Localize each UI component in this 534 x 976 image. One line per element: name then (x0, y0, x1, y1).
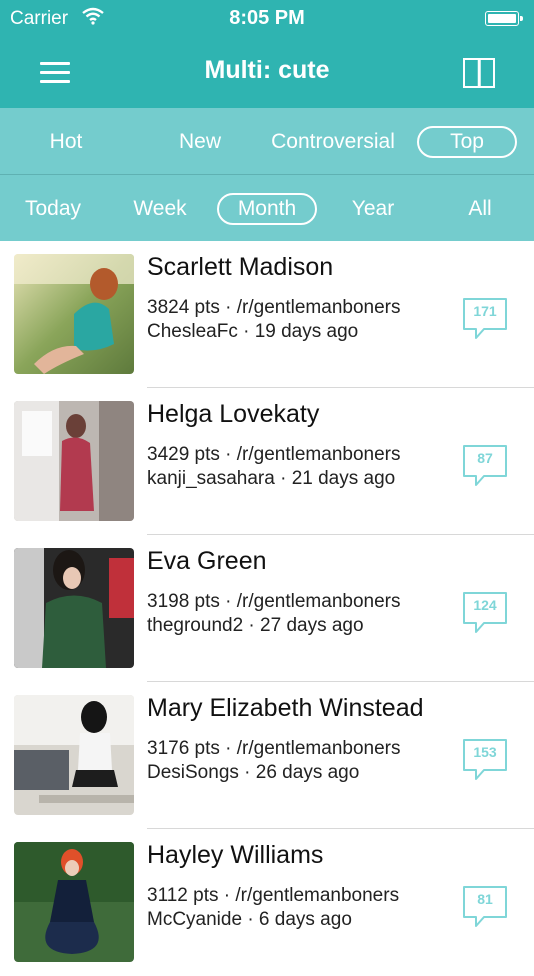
time-segment-bar: Today Week Month Year All (0, 175, 534, 241)
comment-count-button[interactable]: 87 (462, 444, 508, 488)
page-title: Multi: cute (204, 56, 330, 84)
tab-all[interactable]: All (450, 193, 510, 225)
post-title: Eva Green (147, 547, 267, 575)
list-item[interactable]: Mary Elizabeth Winstead 3176 pts · /r/ge… (0, 682, 534, 829)
comment-count-button[interactable]: 81 (462, 885, 508, 929)
tab-new[interactable]: New (152, 126, 248, 158)
sort-segment-bar: Hot New Controversial Top (0, 108, 534, 174)
comment-count: 171 (473, 303, 497, 319)
tab-today[interactable]: Today (10, 193, 96, 225)
post-points-subreddit: 3824 pts · /r/gentlemanboners (147, 297, 401, 318)
tab-week[interactable]: Week (118, 193, 202, 225)
post-title: Helga Lovekaty (147, 400, 320, 428)
post-author-age: theground2 · 27 days ago (147, 615, 364, 636)
post-title: Hayley Williams (147, 841, 324, 869)
tab-controversial[interactable]: Controversial (262, 126, 404, 158)
nav-bar: Multi: cute (0, 36, 534, 108)
tab-year[interactable]: Year (333, 193, 413, 225)
comment-count: 153 (473, 744, 497, 760)
comment-count-button[interactable]: 171 (462, 297, 508, 341)
comment-count-button[interactable]: 124 (462, 591, 508, 635)
tab-top[interactable]: Top (417, 126, 517, 158)
post-points-subreddit: 3429 pts · /r/gentlemanboners (147, 444, 401, 465)
post-thumbnail[interactable] (14, 695, 134, 815)
status-bar: Carrier 8:05 PM (0, 0, 534, 36)
battery-icon (485, 11, 523, 26)
status-time: 8:05 PM (229, 7, 305, 29)
list-item[interactable]: Eva Green 3198 pts · /r/gentlemanboners … (0, 535, 534, 682)
list-item[interactable]: Helga Lovekaty 3429 pts · /r/gentlemanbo… (0, 388, 534, 535)
post-points-subreddit: 3112 pts · /r/gentlemanboners (147, 885, 400, 906)
list-item[interactable]: Scarlett Madison 3824 pts · /r/gentleman… (0, 241, 534, 388)
post-thumbnail[interactable] (14, 548, 134, 668)
comment-count: 81 (477, 891, 493, 907)
split-view-icon[interactable] (463, 58, 495, 88)
post-thumbnail[interactable] (14, 842, 134, 962)
post-author-age: DesiSongs · 26 days ago (147, 762, 360, 783)
post-title: Scarlett Madison (147, 253, 334, 281)
comment-count-button[interactable]: 153 (462, 738, 508, 782)
comment-count: 87 (477, 450, 493, 466)
post-thumbnail[interactable] (14, 401, 134, 521)
post-author-age: kanji_sasahara · 21 days ago (147, 468, 396, 489)
comment-count: 124 (473, 597, 497, 613)
tab-hot[interactable]: Hot (18, 126, 114, 158)
post-author-age: McCyanide · 6 days ago (147, 909, 352, 930)
post-list: Scarlett Madison 3824 pts · /r/gentleman… (0, 241, 534, 962)
tab-month[interactable]: Month (217, 193, 317, 225)
post-points-subreddit: 3198 pts · /r/gentlemanboners (147, 591, 401, 612)
post-thumbnail[interactable] (14, 254, 134, 374)
post-points-subreddit: 3176 pts · /r/gentlemanboners (147, 738, 401, 759)
post-title: Mary Elizabeth Winstead (147, 694, 424, 722)
list-item[interactable]: Hayley Williams 3112 pts · /r/gentlemanb… (0, 829, 534, 976)
post-author-age: ChesleaFc · 19 days ago (147, 321, 359, 342)
